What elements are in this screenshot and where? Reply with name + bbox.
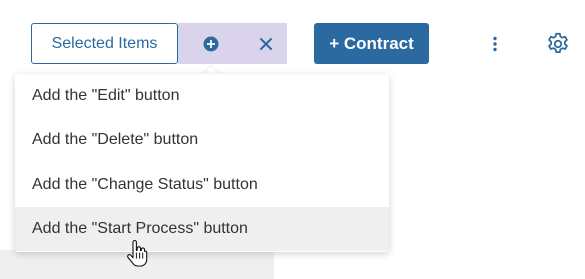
add-contract-button[interactable]: + Contract — [314, 23, 429, 64]
menu-item-add-edit-button[interactable]: Add the "Edit" button — [15, 74, 389, 118]
menu-item-label: Add the "Change Status" button — [32, 176, 258, 193]
settings-button[interactable] — [543, 29, 573, 59]
selection-action-group — [178, 23, 287, 64]
add-button-dropdown-menu: Add the "Edit" button Add the "Delete" b… — [15, 74, 389, 252]
selected-items-label: Selected Items — [51, 34, 158, 52]
menu-item-label: Add the "Start Process" button — [32, 220, 248, 237]
plus-circle-icon — [203, 36, 219, 51]
clear-selection-button[interactable] — [244, 23, 287, 64]
more-actions-button[interactable] — [482, 28, 508, 60]
kebab-vertical-icon — [493, 36, 497, 52]
menu-item-label: Add the "Edit" button — [32, 87, 180, 104]
menu-item-add-delete-button[interactable]: Add the "Delete" button — [15, 118, 389, 162]
gear-icon — [548, 32, 568, 53]
menu-item-add-change-status-button[interactable]: Add the "Change Status" button — [15, 163, 389, 207]
menu-item-label: Add the "Delete" button — [32, 131, 199, 148]
app-stage: Selected Items + Contract Add the "Edit"… — [0, 0, 585, 279]
close-icon — [259, 37, 272, 50]
selected-items-button[interactable]: Selected Items — [31, 23, 178, 64]
add-contract-label: + Contract — [329, 33, 414, 53]
add-action-button[interactable] — [178, 23, 244, 64]
menu-item-add-start-process-button[interactable]: Add the "Start Process" button — [15, 207, 389, 251]
hand-pointer-icon — [127, 240, 148, 267]
